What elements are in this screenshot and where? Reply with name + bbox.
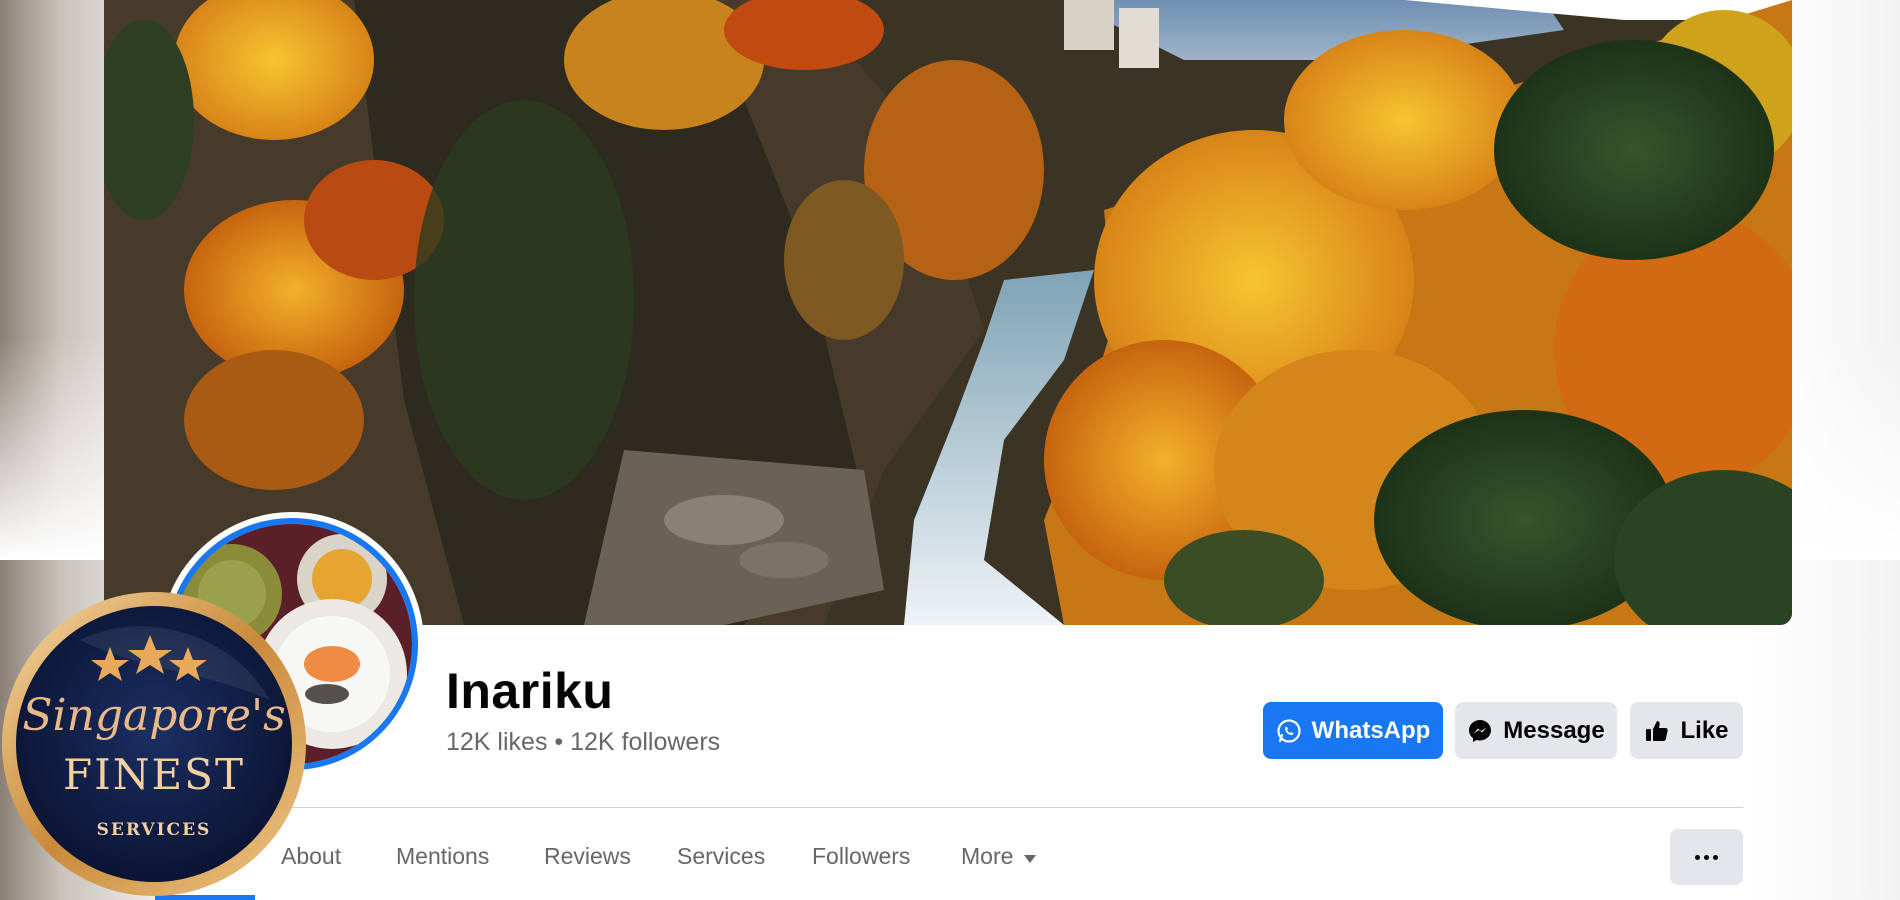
caret-down-icon xyxy=(1023,843,1037,870)
header-divider xyxy=(165,807,1743,808)
whatsapp-icon xyxy=(1276,718,1302,744)
dot xyxy=(1704,854,1709,860)
badge-line-1: Singapore's xyxy=(22,690,286,741)
tab-more[interactable]: More xyxy=(961,828,1037,884)
tab-mentions[interactable]: Mentions xyxy=(396,828,489,884)
tab-services-label: Services xyxy=(677,842,766,869)
thumbs-up-icon xyxy=(1644,718,1670,744)
tab-services[interactable]: Services xyxy=(677,828,765,884)
page-stats: 12K likes • 12K followers xyxy=(446,728,721,756)
badge-emblem xyxy=(2,592,306,896)
tab-reviews[interactable]: Reviews xyxy=(544,828,631,884)
page-title: Inariku xyxy=(446,663,614,719)
messenger-icon xyxy=(1467,718,1493,744)
whatsapp-label: WhatsApp xyxy=(1311,716,1431,744)
tab-reviews-label: Reviews xyxy=(544,842,631,869)
singapores-finest-badge: Singapore's FINEST SERVICES xyxy=(0,590,308,898)
tab-more-label: More xyxy=(961,842,1014,869)
like-label: Like xyxy=(1680,716,1729,744)
tab-mentions-label: Mentions xyxy=(396,842,490,869)
tab-followers[interactable]: Followers xyxy=(812,828,910,884)
message-label: Message xyxy=(1503,716,1605,744)
whatsapp-button[interactable]: WhatsApp xyxy=(1263,702,1443,759)
dot xyxy=(1695,854,1700,860)
dot xyxy=(1713,854,1718,860)
badge-line-3: SERVICES xyxy=(96,820,212,840)
like-button[interactable]: Like xyxy=(1630,702,1743,759)
message-button[interactable]: Message xyxy=(1455,702,1617,759)
tab-followers-label: Followers xyxy=(812,842,911,869)
badge-line-2: FINEST xyxy=(63,750,245,799)
ellipsis-icon xyxy=(1693,854,1720,860)
more-options-button[interactable] xyxy=(1670,829,1743,885)
